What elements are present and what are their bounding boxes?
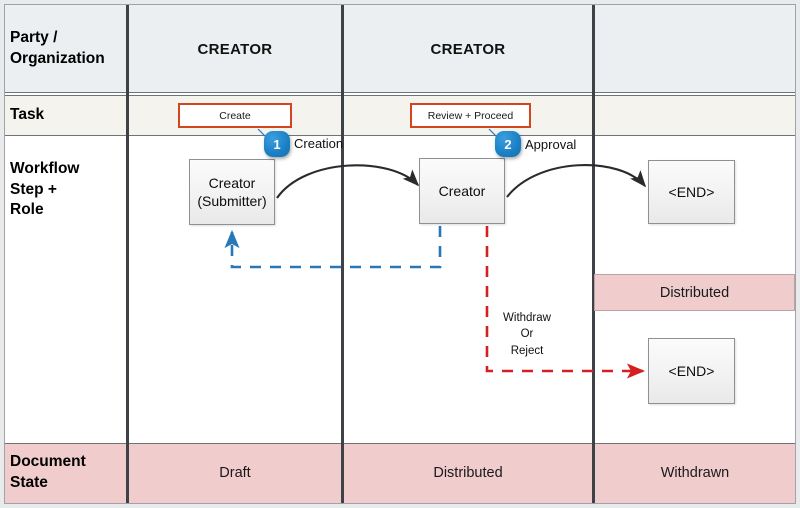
row-label-document-state: Document State: [10, 443, 128, 503]
node-creator-submitter-line2: (Submitter): [197, 193, 267, 209]
document-state-draft: Draft: [219, 465, 251, 481]
arrow-submitter-to-creator: [276, 164, 420, 199]
row-label-workflow-line2: Step +: [10, 180, 57, 198]
column-header-1: CREATOR: [197, 40, 273, 58]
row-label-party-line1: Party /: [10, 29, 58, 47]
node-end-approved[interactable]: <END>: [648, 160, 735, 224]
row-label-workflow-line3: Role: [10, 201, 44, 219]
column-header-3: [595, 5, 795, 93]
step-label-creation: Creation: [294, 136, 344, 151]
return-path-to-submitter: [224, 226, 442, 269]
row-label-workflow-step-role: Workflow Step + Role: [10, 140, 128, 240]
task-box-review-proceed[interactable]: Review + Proceed: [410, 103, 531, 128]
step-label-approval: Approval: [525, 137, 577, 152]
step-badge-2[interactable]: 2: [495, 131, 521, 157]
row-label-state-line1: Document: [10, 453, 86, 471]
column-header-2: CREATOR: [430, 40, 506, 58]
node-end-withdrawn[interactable]: <END>: [648, 338, 735, 404]
document-state-withdrawn: Withdrawn: [660, 465, 730, 481]
branch-label-withdraw-or-reject: Withdraw Or Reject: [497, 310, 557, 359]
row-label-task: Task: [10, 106, 45, 124]
node-creator-submitter-line1: Creator: [208, 174, 256, 191]
document-state-distributed: Distributed: [433, 465, 503, 481]
step-badge-1[interactable]: 1: [264, 131, 290, 157]
distributed-state-label: Distributed: [659, 284, 730, 301]
workflow-diagram: Party / Organization Task Workflow Step …: [0, 0, 800, 508]
branch-label-line3: Reject: [510, 344, 544, 357]
row-label-party-line2: Organization: [10, 50, 105, 67]
node-creator-submitter[interactable]: Creator (Submitter): [189, 159, 275, 225]
row-label-state-line2: State: [10, 474, 48, 491]
row-label-workflow-line1: Workflow: [10, 159, 80, 177]
node-creator[interactable]: Creator: [419, 158, 505, 224]
task-box-create[interactable]: Create: [178, 103, 292, 128]
branch-label-line2: Or: [520, 328, 534, 341]
row-label-party: Party / Organization: [10, 5, 128, 93]
arrow-creator-to-end: [506, 164, 647, 198]
branch-label-line1: Withdraw: [503, 312, 551, 324]
